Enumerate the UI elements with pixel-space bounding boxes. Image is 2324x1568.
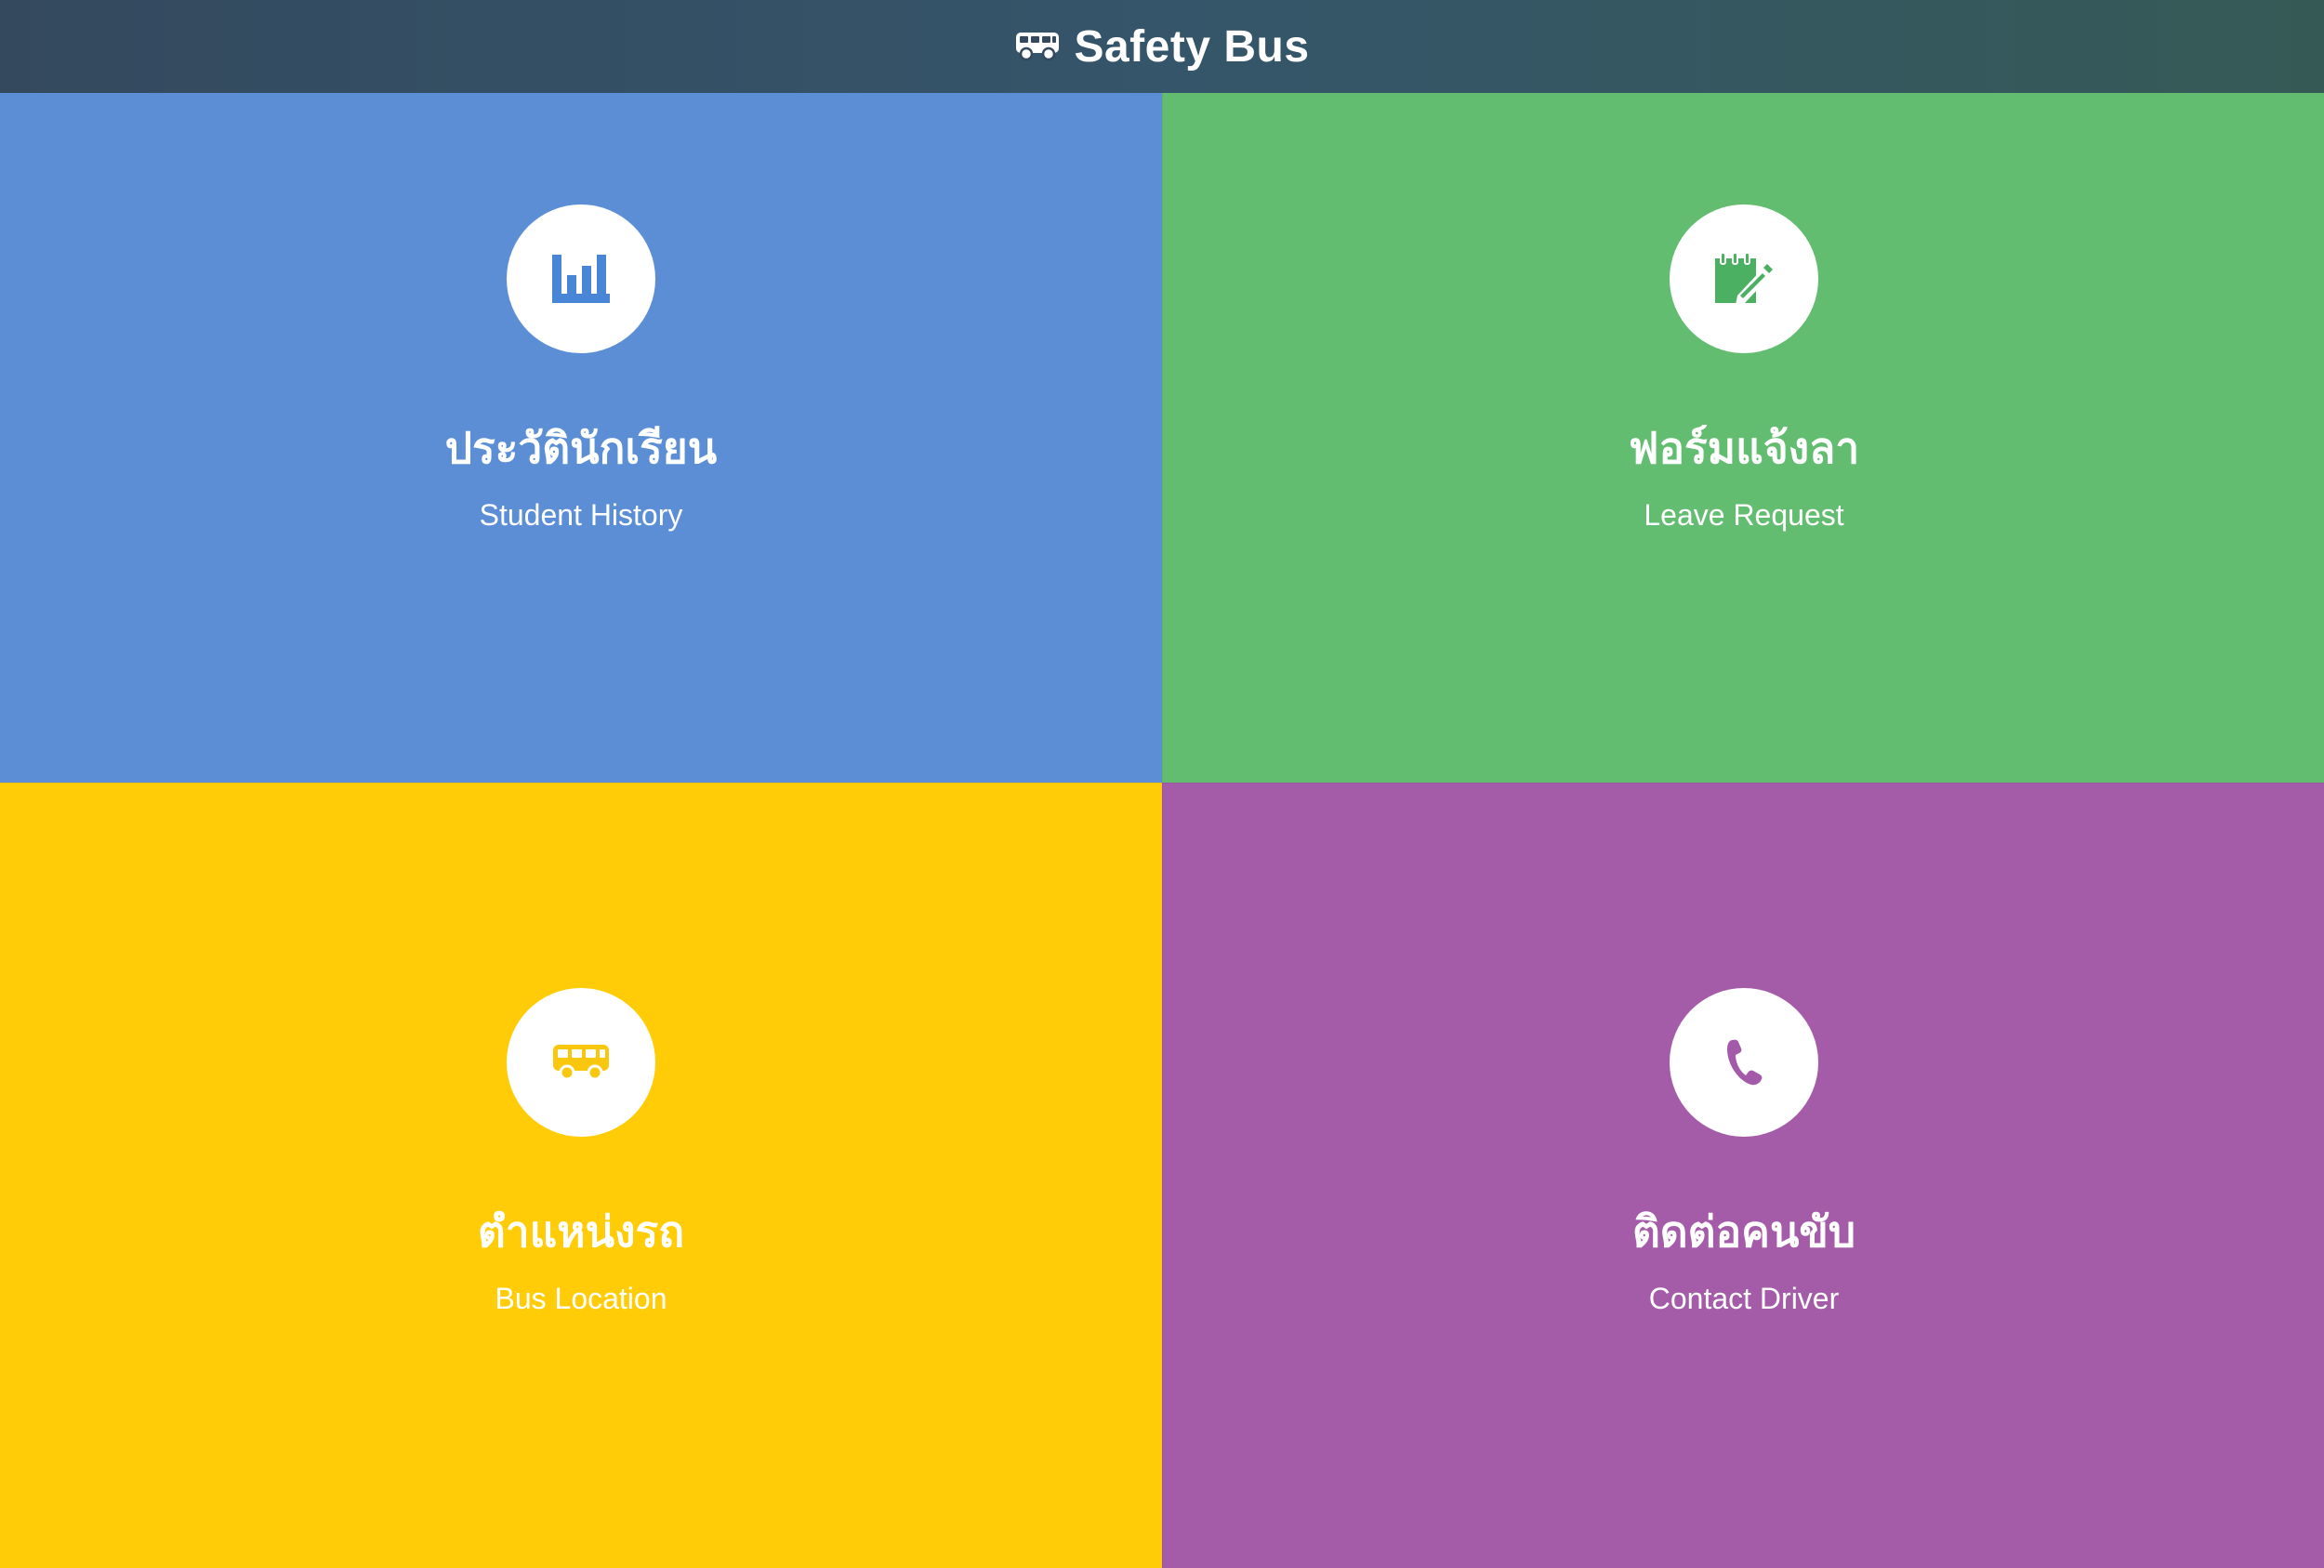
tile-thai-label: ประวัตินักเรียน <box>444 423 718 473</box>
tile-english-label: Bus Location <box>495 1282 667 1315</box>
tile-thai-label: ตำแหน่งรถ <box>477 1206 685 1257</box>
tile-bus-location[interactable]: ตำแหน่งรถ Bus Location <box>0 783 1162 1568</box>
tile-icon-circle <box>507 988 655 1137</box>
tile-student-history[interactable]: ประวัตินักเรียน Student History <box>0 93 1162 783</box>
bus-icon <box>1014 31 1061 62</box>
tile-icon-circle <box>1670 204 1818 353</box>
tile-english-label: Contact Driver <box>1648 1282 1840 1315</box>
header-brand[interactable]: Safety Bus <box>1014 21 1309 72</box>
tile-thai-label: ติดต่อคนขับ <box>1631 1206 1856 1257</box>
tile-icon-circle <box>507 204 655 353</box>
tile-leave-request[interactable]: ฟอร์มแจ้งลา Leave Request <box>1162 93 2324 783</box>
bar-chart-icon <box>552 255 610 303</box>
menu-grid: ประวัตินักเรียน Student History ฟอร์มแจ้… <box>0 93 2324 1568</box>
edit-note-icon <box>1715 253 1773 305</box>
phone-icon <box>1725 1038 1763 1087</box>
app-title: Safety Bus <box>1074 21 1310 72</box>
tile-english-label: Leave Request <box>1644 498 1844 532</box>
tile-icon-circle <box>1670 988 1818 1137</box>
tile-contact-driver[interactable]: ติดต่อคนขับ Contact Driver <box>1162 783 2324 1568</box>
app-header: Safety Bus <box>0 0 2324 93</box>
tile-english-label: Student History <box>479 498 683 532</box>
bus-icon <box>552 1044 610 1081</box>
tile-thai-label: ฟอร์มแจ้งลา <box>1628 423 1860 473</box>
